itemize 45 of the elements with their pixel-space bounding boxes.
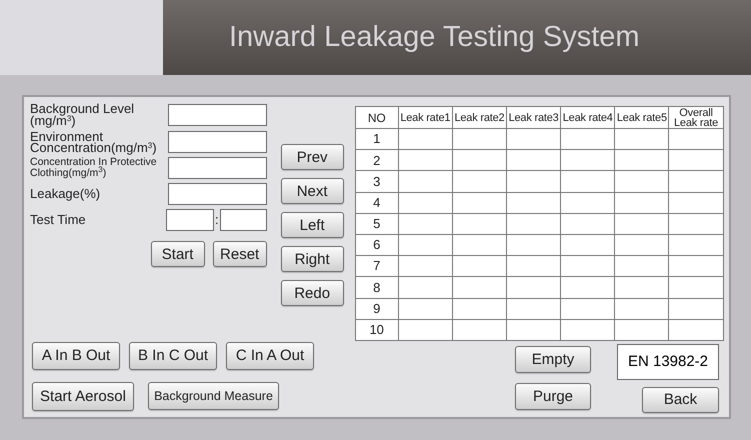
column-header: Leak rate4 [560, 106, 615, 128]
button[interactable]: Next [280, 178, 344, 204]
button[interactable]: Background Measure [148, 382, 279, 410]
standard-field[interactable]: EN 13982-2 [617, 344, 719, 380]
column-header: Leak rate5 [614, 106, 669, 128]
button[interactable]: A In B Out [32, 342, 120, 370]
column-header: Leak rate3 [506, 106, 561, 128]
field-label: Background Level (mg/m$^{3}$) [30, 103, 136, 127]
row-number: 8 [355, 276, 398, 298]
column-header: Overall Leak rate [668, 106, 724, 128]
row-number: 4 [355, 192, 398, 214]
row-number: 3 [355, 170, 398, 192]
button[interactable]: Right [280, 246, 344, 272]
input-field[interactable] [168, 157, 267, 179]
column-header: Leak rate1 [398, 106, 452, 128]
button[interactable]: B In C Out [129, 342, 217, 370]
field-label: Leakage(%) [30, 188, 102, 200]
row-number: 1 [355, 128, 398, 150]
button[interactable]: Left [280, 212, 344, 238]
button[interactable]: Redo [280, 280, 344, 306]
row-number: 7 [355, 256, 398, 277]
row-number: 6 [355, 234, 398, 256]
back-button[interactable]: Back [642, 386, 719, 413]
column-header: NO [355, 106, 398, 128]
input-field[interactable] [168, 104, 267, 126]
button[interactable]: Reset [212, 241, 267, 267]
row-number: 2 [355, 150, 398, 171]
field-label: Test Time [30, 214, 87, 226]
input-field[interactable] [166, 209, 214, 231]
row-number: 10 [355, 319, 398, 340]
column-header: Leak rate2 [452, 106, 507, 128]
row-number: 5 [355, 213, 398, 234]
button[interactable]: Prev [280, 144, 344, 170]
field-label: Concentration In Protective Clothing(mg/m$^{3}$) [30, 157, 158, 179]
input-field[interactable] [168, 183, 267, 205]
button[interactable]: Empty [515, 346, 591, 373]
row-number: 9 [355, 298, 398, 320]
button[interactable]: Start [150, 241, 205, 267]
button[interactable]: Start Aerosol [32, 382, 134, 411]
button[interactable]: C In A Out [226, 342, 314, 370]
time-separator: : [215, 211, 219, 230]
app-title: Inward Leakage Testing System [229, 20, 640, 55]
button[interactable]: Purge [515, 382, 591, 410]
input-field[interactable] [220, 209, 267, 231]
input-field[interactable] [168, 131, 267, 153]
